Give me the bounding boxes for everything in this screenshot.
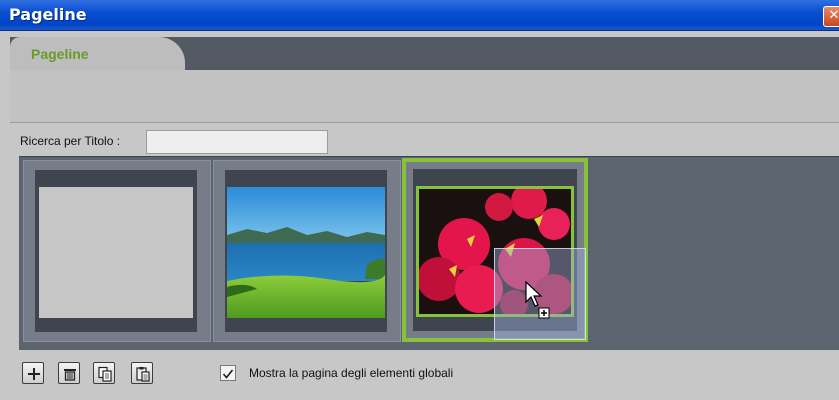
global-elements-checkbox[interactable] (220, 365, 236, 381)
paste-icon (136, 367, 150, 382)
close-button[interactable]: ✕ (823, 6, 839, 27)
page-blank-preview (39, 187, 193, 318)
tab-strip: Pageline (10, 37, 839, 70)
plus-icon (28, 368, 40, 380)
drag-cursor-icon (525, 280, 550, 319)
tab-label: Pageline (31, 46, 89, 62)
search-input[interactable] (146, 130, 328, 154)
page-blank[interactable] (23, 160, 211, 342)
page-lake-landscape[interactable] (213, 160, 401, 342)
global-elements-label: Mostra la pagina degli elementi globali (249, 366, 454, 380)
add-page-button[interactable] (22, 362, 44, 384)
copy-icon (98, 366, 112, 382)
copy-page-button[interactable] (93, 362, 115, 384)
title-bar[interactable]: Pageline ✕ (0, 0, 839, 31)
pageline-window: Pageline ✕ Pageline Ricerca per Titolo : (0, 0, 839, 400)
trash-icon (64, 369, 76, 381)
delete-page-button[interactable] (58, 362, 80, 384)
close-icon: ✕ (828, 8, 839, 23)
checkmark-icon (222, 369, 234, 379)
lake-landscape-image (227, 187, 385, 318)
window-title: Pageline (9, 5, 87, 24)
tab-panel-header (10, 70, 839, 123)
paste-page-button[interactable] (131, 362, 153, 384)
search-label: Ricerca per Titolo : (20, 134, 121, 148)
tab-pageline[interactable]: Pageline (10, 37, 155, 70)
